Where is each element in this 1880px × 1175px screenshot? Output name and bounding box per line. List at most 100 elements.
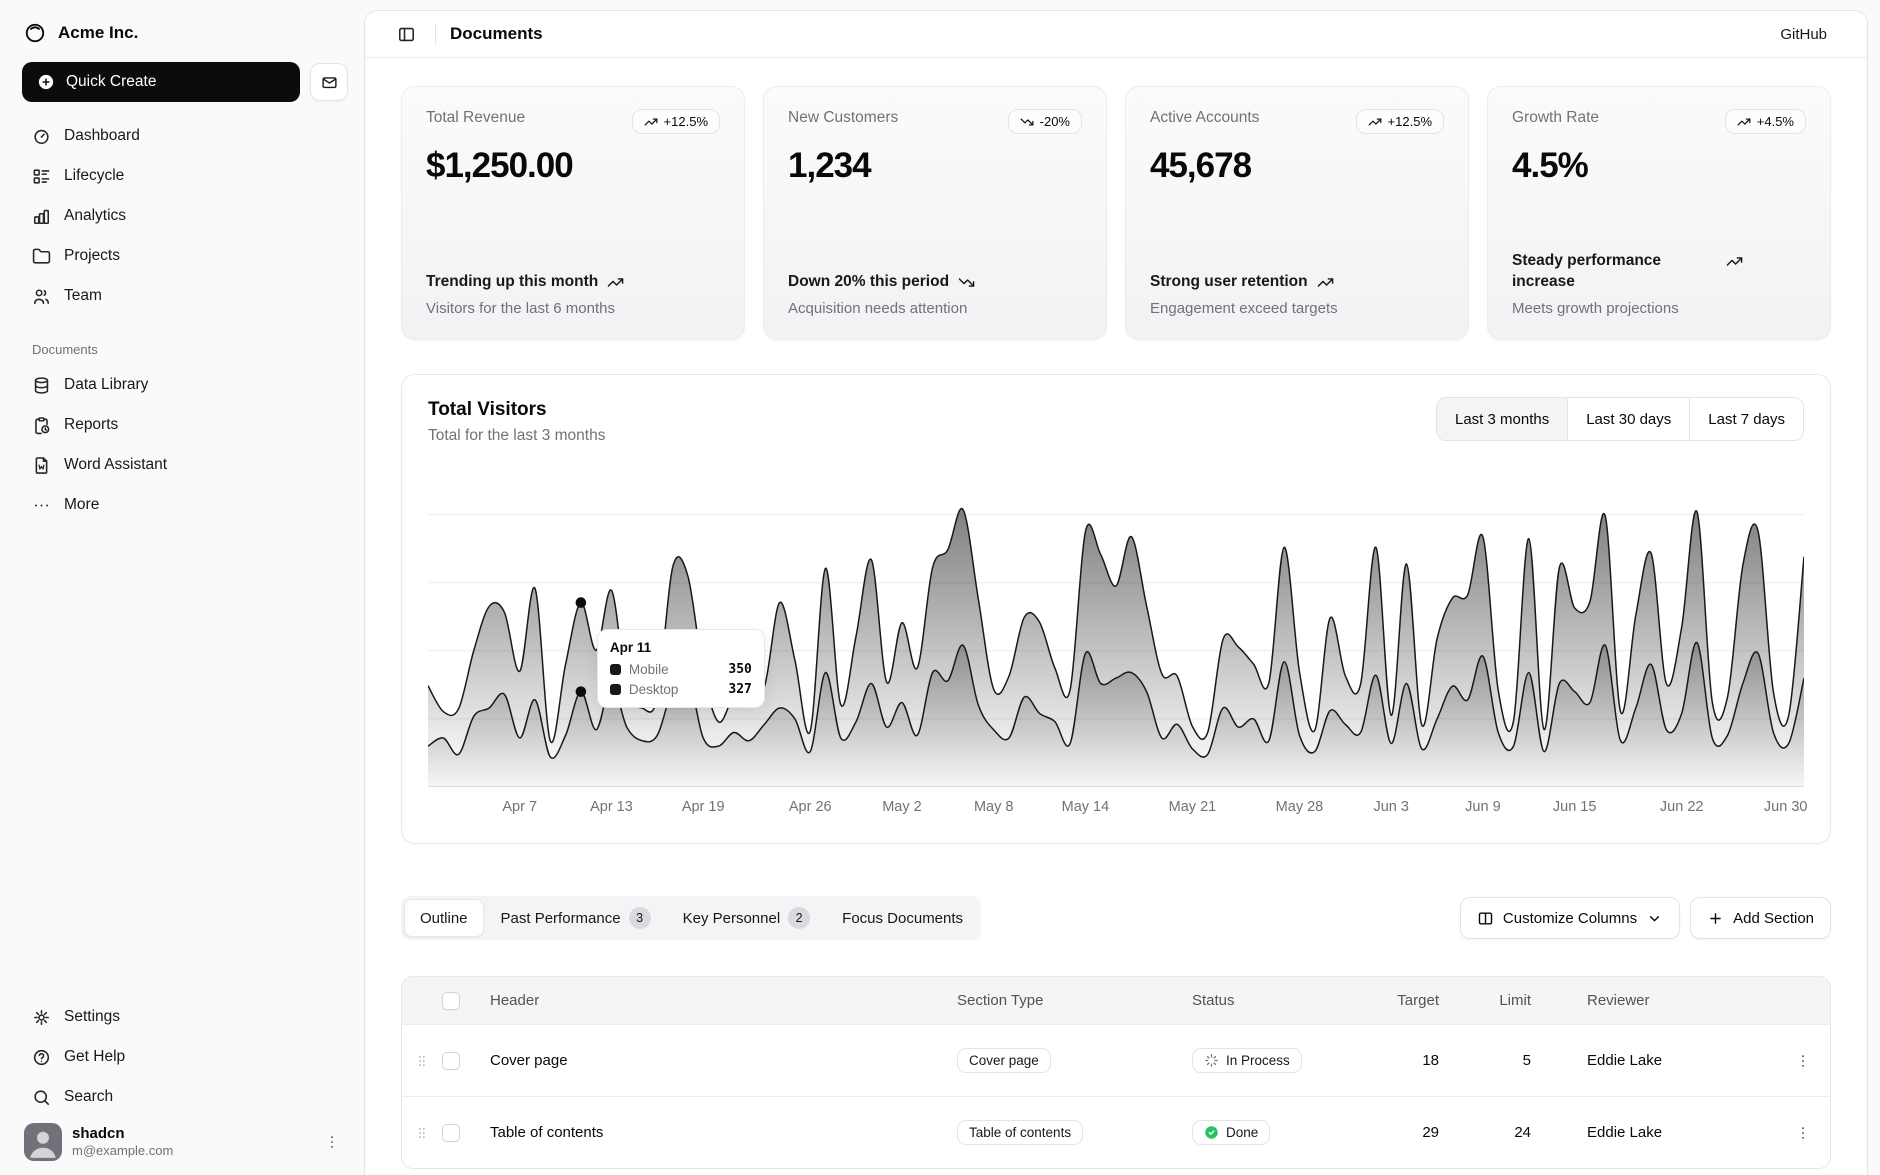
drag-handle[interactable] [402,1053,442,1069]
cell-limit[interactable]: 24 [1469,1124,1561,1141]
sidebar-item-team[interactable]: Team [20,276,350,316]
cell-target[interactable]: 18 [1377,1052,1469,1069]
col-header: Header [488,992,957,1009]
github-link[interactable]: GitHub [1780,26,1827,43]
tab-count-badge: 2 [788,907,810,929]
sidebar-item-more[interactable]: More [20,485,350,525]
trend-badge: +4.5% [1725,109,1806,134]
ellipsis-vertical-icon [1794,1052,1812,1070]
dashboard-gauge-icon [32,127,51,146]
status-badge[interactable]: In Process [1192,1048,1302,1073]
row-actions-button[interactable] [1789,1119,1817,1147]
section-type-badge[interactable]: Table of contents [957,1120,1083,1145]
tab-focus-documents[interactable]: Focus Documents [827,899,978,937]
table-row: Table of contents Table of contents Done… [402,1096,1830,1168]
stat-line2: Visitors for the last 6 months [426,300,720,317]
cell-reviewer[interactable]: Eddie Lake [1561,1124,1776,1141]
status-badge[interactable]: Done [1192,1120,1270,1145]
col-status: Status [1192,992,1377,1009]
trending-up-icon [1737,115,1751,129]
quick-create-label: Quick Create [66,73,156,91]
sidebar-item-dashboard[interactable]: Dashboard [20,116,350,156]
stat-title: Total Revenue [426,109,525,127]
col-section-type: Section Type [957,992,1192,1009]
trending-up-icon [1726,253,1743,270]
sidebar-toggle-button[interactable] [391,19,421,49]
active-dot-desktop [576,597,587,608]
sidebar-item-word-assistant[interactable]: Word Assistant [20,445,350,485]
stat-title: Growth Rate [1512,109,1599,127]
inbox-button[interactable] [310,63,348,101]
customize-columns-button[interactable]: Customize Columns [1460,897,1680,939]
sidebar-item-label: Data Library [64,376,148,394]
sidebar-item-data-library[interactable]: Data Library [20,365,350,405]
stat-line1: Down 20% this period [788,271,949,293]
loader-icon [1204,1053,1219,1068]
table-header-row: Header Section Type Status Target Limit … [402,977,1830,1024]
section-tabs-bar: Outline Past Performance 3 Key Personnel… [401,896,1831,940]
ellipsis-vertical-icon [1794,1124,1812,1142]
brand[interactable]: Acme Inc. [20,14,350,52]
x-axis-tick: May 14 [1062,799,1110,815]
row-checkbox[interactable] [442,1052,460,1070]
sidebar-item-reports[interactable]: Reports [20,405,350,445]
user-menu-button[interactable] [318,1128,346,1156]
sidebar-item-settings[interactable]: Settings [20,997,350,1037]
x-axis-tick: May 21 [1169,799,1217,815]
range-last-30-days[interactable]: Last 30 days [1567,398,1689,440]
footer-nav: Settings Get Help Search [20,997,350,1117]
trend-badge: -20% [1008,109,1082,134]
area-chart[interactable]: Apr 11 Mobile 350 Desktop 327 Apr 7Apr 1… [428,487,1804,825]
x-axis-tick: Jun 22 [1660,799,1704,815]
tab-outline[interactable]: Outline [404,899,484,937]
trend-badge-value: +12.5% [1388,114,1432,129]
col-target: Target [1377,992,1469,1009]
stat-title: Active Accounts [1150,109,1259,127]
list-details-icon [32,167,51,186]
range-last-7-days[interactable]: Last 7 days [1689,398,1803,440]
columns-icon [1477,910,1494,927]
database-icon [32,376,51,395]
sidebar-item-label: Search [64,1088,113,1106]
cell-target[interactable]: 29 [1377,1124,1469,1141]
section-type-badge[interactable]: Cover page [957,1048,1051,1073]
stat-line1: Strong user retention [1150,271,1308,293]
tooltip-row-mobile: Mobile 350 [610,662,752,677]
select-all-checkbox[interactable] [442,992,460,1010]
cell-header[interactable]: Cover page [488,1052,957,1069]
range-last-3-months[interactable]: Last 3 months [1437,398,1567,440]
row-checkbox[interactable] [442,1124,460,1142]
sidebar-item-projects[interactable]: Projects [20,236,350,276]
row-actions-button[interactable] [1789,1047,1817,1075]
tab-past-performance[interactable]: Past Performance 3 [486,899,666,937]
inner-shadow-circle-icon [24,22,46,44]
x-axis-tick: Apr 19 [682,799,725,815]
add-section-button[interactable]: Add Section [1690,897,1831,939]
tab-key-personnel[interactable]: Key Personnel 2 [668,899,826,937]
quick-create-button[interactable]: Quick Create [22,62,300,102]
x-axis-tick: May 28 [1276,799,1324,815]
sidebar-item-search[interactable]: Search [20,1077,350,1117]
stat-line2: Meets growth projections [1512,300,1806,317]
trending-up-icon [607,274,624,291]
user-menu[interactable]: shadcn m@example.com [20,1117,350,1161]
drag-handle[interactable] [402,1125,442,1141]
chart-tooltip: Apr 11 Mobile 350 Desktop 327 [597,629,765,708]
cell-reviewer[interactable]: Eddie Lake [1561,1052,1776,1069]
stat-card-active-accounts: Active Accounts +12.5% 45,678 Strong use… [1125,86,1469,340]
topbar: Documents GitHub [365,11,1867,58]
clipboard-clock-icon [32,416,51,435]
cell-limit[interactable]: 5 [1469,1052,1561,1069]
stat-value: 4.5% [1512,146,1806,186]
sidebar-item-label: Analytics [64,207,126,225]
sidebar-item-get-help[interactable]: Get Help [20,1037,350,1077]
col-limit: Limit [1469,992,1561,1009]
x-axis: Apr 7Apr 13Apr 19Apr 26May 2May 8May 14M… [428,797,1804,825]
stat-card-growth-rate: Growth Rate +4.5% 4.5% Steady performanc… [1487,86,1831,340]
cell-header[interactable]: Table of contents [488,1124,957,1141]
sidebar-item-analytics[interactable]: Analytics [20,196,350,236]
status-label: In Process [1226,1053,1290,1068]
sidebar-item-lifecycle[interactable]: Lifecycle [20,156,350,196]
trending-up-icon [1317,274,1334,291]
sections-table: Header Section Type Status Target Limit … [401,976,1831,1169]
